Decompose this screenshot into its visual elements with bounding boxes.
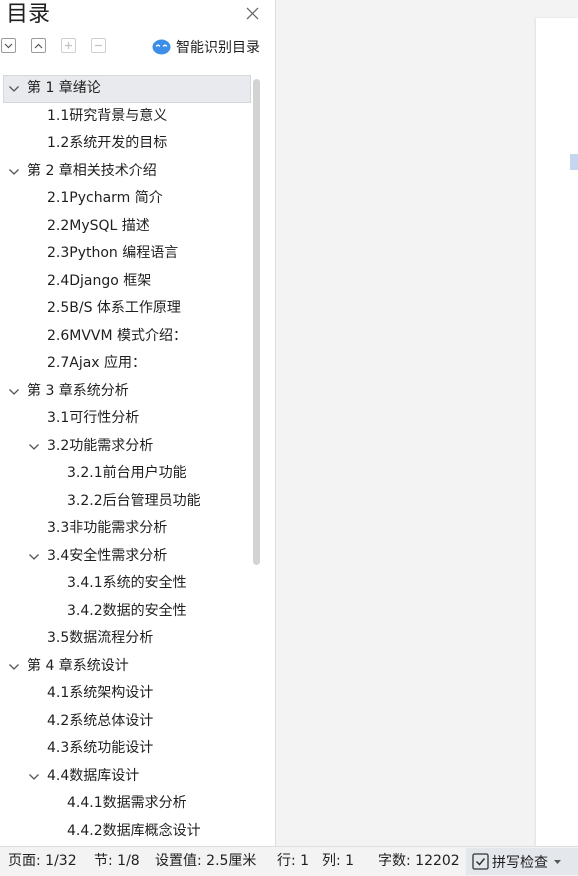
page-indicator[interactable]: 页面: 1/32 — [8, 847, 77, 876]
close-icon — [246, 7, 258, 19]
document-selection-marker — [570, 154, 578, 170]
plus-icon — [65, 42, 72, 49]
spell-check-button[interactable]: 拼写检查 — [466, 848, 578, 875]
toc-item-label: 2.1Pycharm 简介 — [47, 190, 163, 206]
toc-list: 第 1 章绪论 1.1研究背景与意义 1.2系统开发的目标第 2 章相关技术介绍 2.… — [0, 75, 252, 845]
toc-item[interactable]: 4.2系统总体设计 — [0, 708, 252, 736]
spell-check-label: 拼写检查 — [492, 854, 548, 871]
toc-item[interactable]: 1.2系统开发的目标 — [0, 130, 252, 158]
chevron-down-icon[interactable] — [28, 552, 40, 562]
toc-item[interactable]: 3.2.2后台管理员功能 — [0, 488, 252, 516]
toc-item-label: 1.2系统开发的目标 — [47, 135, 168, 151]
toc-item[interactable]: 2.6MVVM 模式介绍： — [0, 323, 252, 351]
toc-panel: 目录 智能识别目录 第 1 章绪论 1.1研究背景与意义 1.2系统开发的目标 … — [0, 0, 276, 846]
toc-item[interactable]: 第 3 章系统分析 — [0, 378, 252, 406]
close-button[interactable] — [243, 4, 261, 22]
collapse-all-button[interactable] — [31, 38, 46, 53]
toc-item-label: 3.2.1前台用户功能 — [67, 465, 187, 481]
chevron-down-icon[interactable] — [8, 387, 20, 397]
word-count[interactable]: 字数: 12202 — [378, 847, 460, 876]
document-page[interactable] — [536, 18, 578, 846]
scrollbar-thumb[interactable] — [253, 79, 260, 565]
toc-item-label: 3.2.2后台管理员功能 — [67, 492, 201, 509]
add-level-button[interactable] — [61, 38, 76, 53]
toc-item-label: 2.4Django 框架 — [47, 272, 152, 289]
toc-item[interactable]: 1.1研究背景与意义 — [0, 103, 252, 131]
toc-item-label: 3.1可行性分析 — [47, 410, 140, 426]
remove-level-button[interactable] — [91, 38, 106, 53]
toc-item[interactable]: 2.5B/S 体系工作原理 — [0, 295, 252, 323]
chevron-up-icon — [34, 43, 43, 48]
toc-item-label: 3.4.1系统的安全性 — [67, 575, 187, 591]
toc-item[interactable]: 3.2.1前台用户功能 — [0, 460, 252, 488]
smart-toc-label: 智能识别目录 — [176, 40, 260, 56]
toc-item[interactable]: 3.2功能需求分析 — [0, 433, 252, 461]
toc-item[interactable]: 第 1 章绪论 — [3, 75, 251, 103]
chevron-down-icon[interactable] — [8, 167, 20, 177]
chevron-down-icon[interactable] — [8, 84, 20, 94]
toc-item[interactable]: 4.3系统功能设计 — [0, 735, 252, 763]
expand-all-button[interactable] — [1, 38, 16, 53]
toc-item-label: 2.2MySQL 描述 — [47, 217, 150, 234]
toc-item[interactable]: 3.4.2数据的安全性 — [0, 598, 252, 626]
toc-item[interactable]: 4.4.2数据库概念设计 — [0, 818, 252, 846]
dropdown-caret-icon — [554, 859, 561, 864]
panel-title: 目录 — [6, 2, 51, 27]
toc-item-label: 2.3Python 编程语言 — [47, 245, 179, 261]
toc-item-label: 2.6MVVM 模式介绍： — [47, 327, 188, 344]
toc-item[interactable]: 2.1Pycharm 简介 — [0, 185, 252, 213]
chevron-down-icon — [4, 43, 13, 48]
section-indicator[interactable]: 节: 1/8 — [94, 847, 140, 876]
toc-item[interactable]: 4.1系统架构设计 — [0, 680, 252, 708]
chevron-down-icon[interactable] — [8, 662, 20, 672]
toc-item-label: 4.4数据库设计 — [47, 767, 140, 784]
toc-item-label: 第 1 章绪论 — [27, 80, 101, 96]
toc-item[interactable]: 3.5数据流程分析 — [0, 625, 252, 653]
spell-check-icon — [472, 853, 489, 870]
toc-item[interactable]: 3.4.1系统的安全性 — [0, 570, 252, 598]
toc-item-label: 4.3系统功能设计 — [47, 740, 154, 756]
toc-item-label: 3.5数据流程分析 — [47, 630, 154, 646]
chevron-down-icon[interactable] — [28, 772, 40, 782]
smart-assistant-icon — [152, 39, 171, 55]
chevron-down-icon[interactable] — [28, 442, 40, 452]
toc-item[interactable]: 2.3Python 编程语言 — [0, 240, 252, 268]
setting-indicator[interactable]: 设置值: 2.5厘米 — [155, 847, 256, 876]
toc-item[interactable]: 第 4 章系统设计 — [0, 653, 252, 681]
toc-item-label: 3.2功能需求分析 — [47, 437, 154, 454]
minus-icon — [95, 44, 102, 47]
toc-item[interactable]: 2.4Django 框架 — [0, 268, 252, 296]
toc-item-label: 第 2 章相关技术介绍 — [27, 162, 157, 179]
toc-item[interactable]: 3.3非功能需求分析 — [0, 515, 252, 543]
toc-item-label: 3.4.2数据的安全性 — [67, 602, 187, 619]
toc-item-label: 3.3非功能需求分析 — [47, 520, 168, 536]
toc-item[interactable]: 3.1可行性分析 — [0, 405, 252, 433]
toc-item-label: 第 4 章系统设计 — [27, 657, 129, 674]
toc-toolbar: 智能识别目录 — [0, 37, 275, 57]
toc-item[interactable]: 4.4.1数据需求分析 — [0, 790, 252, 818]
toc-item[interactable]: 2.2MySQL 描述 — [0, 213, 252, 241]
toc-item-label: 4.2系统总体设计 — [47, 712, 154, 729]
toc-item-label: 第 3 章系统分析 — [27, 382, 129, 399]
toc-item-label: 4.1系统架构设计 — [47, 685, 154, 701]
toc-item[interactable]: 4.4数据库设计 — [0, 763, 252, 791]
toc-item-label: 1.1研究背景与意义 — [47, 107, 168, 124]
toc-item[interactable]: 3.4安全性需求分析 — [0, 543, 252, 571]
toc-item-label: 2.5B/S 体系工作原理 — [47, 300, 181, 316]
toc-item[interactable]: 第 2 章相关技术介绍 — [0, 158, 252, 186]
smart-toc-button[interactable]: 智能识别目录 — [152, 37, 260, 57]
toc-item-label: 3.4安全性需求分析 — [47, 547, 168, 564]
toc-item[interactable]: 2.7Ajax 应用： — [0, 350, 252, 378]
toc-item-label: 4.4.2数据库概念设计 — [67, 822, 201, 839]
column-indicator: 列: 1 — [322, 853, 355, 869]
row-indicator: 行: 1 — [277, 853, 310, 869]
toc-item-label: 4.4.1数据需求分析 — [67, 795, 187, 811]
toc-item-label: 2.7Ajax 应用： — [47, 355, 147, 371]
status-bar: 页面: 1/32 节: 1/8 设置值: 2.5厘米 行: 1 列: 1 字数:… — [0, 846, 578, 875]
